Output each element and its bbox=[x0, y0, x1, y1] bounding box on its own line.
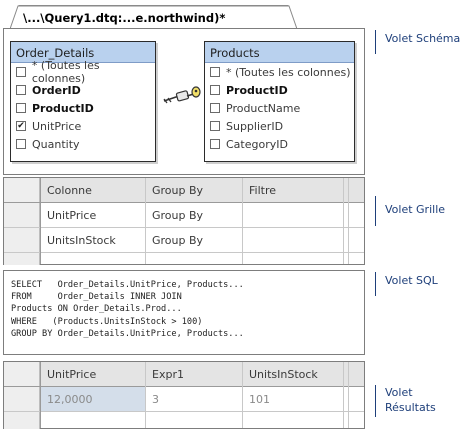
table-box-order-details[interactable]: Order_Details * (Toutes les colonnes) Ord… bbox=[10, 41, 156, 162]
column-label: * (Toutes les colonnes) bbox=[226, 65, 351, 79]
grid-pane[interactable]: Colonne Group By Filtre UnitPrice Group … bbox=[3, 177, 365, 265]
grid-header-group-by[interactable]: Group By bbox=[146, 178, 242, 202]
table-column-row[interactable]: ProductID bbox=[205, 81, 354, 99]
table-column-row[interactable]: ProductName bbox=[205, 99, 354, 117]
column-checkbox[interactable] bbox=[16, 67, 26, 77]
results-header-unitprice[interactable]: UnitPrice bbox=[41, 362, 145, 386]
table-column-row[interactable]: * (Toutes les colonnes) bbox=[205, 63, 354, 81]
table-box-products[interactable]: Products * (Toutes les colonnes) ProductI… bbox=[204, 41, 355, 162]
callout-line bbox=[375, 385, 376, 417]
sql-pane[interactable]: SELECT Order_Details.UnitPrice, Products… bbox=[3, 270, 365, 355]
column-checkbox[interactable]: ✔ bbox=[16, 121, 26, 131]
column-label: ProductName bbox=[226, 101, 301, 115]
grid-cell-column[interactable]: UnitsInStock bbox=[41, 228, 145, 252]
grid-header-row: Colonne Group By Filtre bbox=[4, 178, 364, 202]
results-row[interactable]: 12,0000 3 101 bbox=[4, 387, 364, 411]
column-label: ProductID bbox=[226, 83, 288, 97]
column-label: * (Toutes les colonnes) bbox=[31, 59, 100, 85]
table-column-row[interactable]: Quantity bbox=[11, 135, 155, 153]
row-selector[interactable] bbox=[4, 228, 40, 252]
callout-results-line2: Résultats bbox=[385, 401, 436, 414]
column-checkbox[interactable] bbox=[210, 103, 220, 113]
sql-line: WHERE (Products.UnitsInStock > 100) bbox=[11, 316, 203, 327]
results-cell-unitsinstock[interactable]: 101 bbox=[243, 387, 343, 411]
grid-row[interactable]: UnitPrice Group By bbox=[4, 203, 364, 227]
row-selector[interactable] bbox=[4, 253, 40, 265]
column-label: OrderID bbox=[32, 83, 81, 97]
key-link-icon[interactable] bbox=[161, 85, 201, 111]
column-checkbox[interactable] bbox=[210, 139, 220, 149]
grid-cell-column[interactable]: UnitPrice bbox=[41, 203, 145, 227]
callout-line bbox=[375, 196, 376, 226]
column-checkbox[interactable] bbox=[16, 85, 26, 95]
results-header-row: UnitPrice Expr1 UnitsInStock bbox=[4, 362, 364, 386]
callout-line bbox=[375, 30, 376, 54]
sql-line: Products ON Order_Details.Prod... bbox=[11, 304, 182, 315]
sql-line: FROM Order_Details INNER JOIN bbox=[11, 292, 182, 303]
document-tab-outline bbox=[10, 5, 297, 29]
table-column-row[interactable]: ProductID bbox=[11, 99, 155, 117]
results-header-expr1[interactable]: Expr1 bbox=[146, 362, 242, 386]
grid-cell-filter[interactable] bbox=[243, 228, 343, 252]
row-selector[interactable] bbox=[4, 203, 40, 227]
table-column-row[interactable]: ✔ UnitPrice bbox=[11, 117, 155, 135]
callout-results-line1: Volet bbox=[385, 386, 413, 399]
callout-line bbox=[375, 272, 376, 296]
column-label: UnitPrice bbox=[32, 119, 82, 133]
sql-text[interactable]: SELECT Order_Details.UnitPrice, Products… bbox=[11, 279, 244, 340]
grid-cell-group-by[interactable]: Group By bbox=[146, 203, 242, 227]
results-pane[interactable]: UnitPrice Expr1 UnitsInStock 12,0000 3 1… bbox=[3, 361, 365, 429]
column-checkbox[interactable] bbox=[210, 85, 220, 95]
grid-header-colonne[interactable]: Colonne bbox=[41, 178, 145, 202]
grid-header-filtre[interactable]: Filtre bbox=[243, 178, 343, 202]
results-header-unitsinstock[interactable]: UnitsInStock bbox=[243, 362, 343, 386]
column-checkbox[interactable] bbox=[16, 103, 26, 113]
column-checkbox[interactable] bbox=[210, 121, 220, 131]
table-column-row[interactable]: * (Toutes les colonnes) bbox=[11, 59, 155, 85]
sql-line: GROUP BY Order_Details.UnitPrice, Produc… bbox=[11, 328, 244, 339]
grid-cell-filter[interactable] bbox=[243, 203, 343, 227]
grid-row[interactable]: UnitsInStock Group By bbox=[4, 228, 364, 252]
grid-cell-group-by[interactable]: Group By bbox=[146, 228, 242, 252]
results-cell-unitprice[interactable]: 12,0000 bbox=[41, 387, 145, 411]
column-checkbox[interactable] bbox=[16, 139, 26, 149]
column-label: ProductID bbox=[32, 101, 94, 115]
results-cell-expr1[interactable]: 3 bbox=[146, 387, 242, 411]
column-checkbox[interactable] bbox=[210, 67, 220, 77]
column-label: CategoryID bbox=[226, 137, 288, 151]
row-selector-header[interactable] bbox=[4, 362, 40, 386]
callout-grid: Volet Grille bbox=[385, 203, 446, 216]
row-selector[interactable] bbox=[4, 412, 40, 429]
table-column-row[interactable]: SupplierID bbox=[205, 117, 354, 135]
sql-line: SELECT Order_Details.UnitPrice, Products… bbox=[11, 280, 244, 290]
callout-schema: Volet Schéma bbox=[385, 32, 461, 45]
results-row-empty[interactable] bbox=[4, 412, 364, 429]
column-label: Quantity bbox=[32, 137, 80, 151]
callout-sql: Volet SQL bbox=[385, 274, 438, 287]
row-selector-header[interactable] bbox=[4, 178, 40, 202]
column-label: SupplierID bbox=[226, 119, 284, 133]
table-title[interactable]: Products bbox=[205, 42, 354, 63]
row-selector[interactable] bbox=[4, 387, 40, 411]
grid-row-empty[interactable] bbox=[4, 253, 364, 265]
table-column-row[interactable]: CategoryID bbox=[205, 135, 354, 153]
